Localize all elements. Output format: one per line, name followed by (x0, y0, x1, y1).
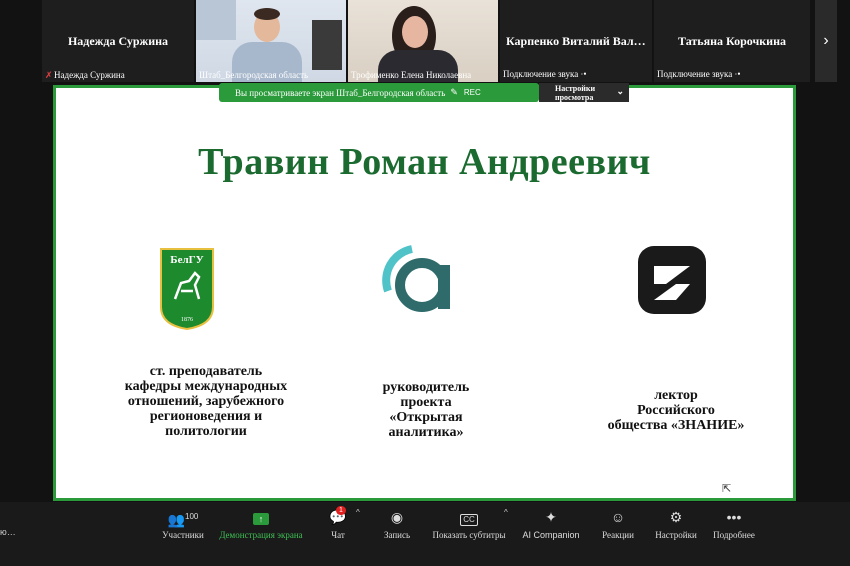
participants-button[interactable]: 👥100 Участники (160, 508, 206, 540)
belgu-logo-icon: БелГУ 1876 (160, 248, 214, 331)
participant-strip: Надежда Суржина ✗Надежда Суржина ЖК Штаб… (0, 0, 850, 84)
speaker-lecturer-text: лектор Российского общества «ЗНАНИЕ» (607, 388, 745, 433)
chat-button[interactable]: 💬 1 Чат (326, 506, 350, 540)
rec-indicator: REC (463, 88, 481, 97)
record-icon: ◉ (390, 509, 404, 525)
reactions-button[interactable]: ☺ Реакции (600, 508, 636, 540)
chat-options-caret-icon[interactable]: ^ (356, 508, 360, 517)
screen-share-banner: Вы просматриваете экран Штаб_Белгородска… (219, 83, 539, 102)
cc-icon: CC (460, 514, 478, 526)
participant-tile[interactable]: Надежда Суржина ✗Надежда Суржина (42, 0, 194, 82)
belgu-logo-year: 1876 (181, 317, 193, 323)
participant-label: Штаб_Белгородская область (199, 70, 309, 80)
participant-name: Надежда Суржина (67, 34, 169, 48)
view-options-button[interactable]: Настройки просмотра ⌄ (539, 83, 629, 102)
next-page-button[interactable]: › (815, 0, 837, 82)
participant-tile[interactable]: Карпенко Виталий Вале… Подключение звука… (500, 0, 652, 82)
participant-name: Карпенко Виталий Вале… (506, 34, 651, 48)
participant-label: ✗Надежда Суржина (45, 70, 125, 80)
participant-tile[interactable]: Трофименко Елена Николаевна (348, 0, 498, 82)
chat-badge: 1 (336, 506, 346, 515)
meeting-toolbar: ю… 👥100 Участники ↑ Демонстрация экрана … (0, 502, 850, 566)
share-screen-button[interactable]: ↑ Демонстрация экрана (218, 508, 304, 540)
share-screen-icon: ↑ (253, 513, 269, 525)
pen-icon: ✎ (450, 87, 458, 97)
chevron-down-icon: ⌄ (616, 86, 624, 96)
reaction-emoji-icon: ☺ (610, 509, 626, 525)
sparkle-icon: ✦ (545, 509, 557, 525)
participant-label: Трофименко Елена Николаевна (351, 70, 472, 80)
participants-icon: 👥100 (167, 511, 199, 528)
mic-muted-icon: ✗ (45, 70, 53, 80)
gear-icon: ⚙ (669, 509, 683, 525)
participant-label: Подключение звука ⋅• (657, 69, 741, 79)
participant-tile[interactable]: Татьяна Корочкина Подключение звука ⋅• (654, 0, 810, 82)
record-button[interactable]: ◉ Запись (380, 508, 414, 540)
chevron-right-icon: › (823, 32, 829, 49)
shared-screen-slide: Травин Роман Андреевич БелГУ 1876 ст. пр… (53, 85, 796, 501)
belgu-logo-name: БелГУ (170, 254, 203, 266)
speaker-position-text: ст. преподаватель кафедры международных … (124, 364, 288, 439)
more-button[interactable]: ••• Подробнее (712, 508, 756, 540)
share-banner-text: Вы просматриваете экран Штаб_Белгородска… (235, 87, 446, 98)
more-dots-icon: ••• (726, 509, 742, 525)
open-analytics-logo-icon (382, 245, 450, 312)
settings-button[interactable]: ⚙ Настройки (654, 508, 698, 540)
participant-tile[interactable]: ЖК Штаб_Белгородская область (196, 0, 346, 82)
chat-icon: 💬 1 (329, 506, 347, 525)
mouse-cursor-icon: ⇱ (722, 483, 732, 495)
subtitles-options-caret-icon[interactable]: ^ (504, 508, 508, 517)
participant-label: Подключение звука ⋅• (503, 69, 587, 79)
znanie-logo-icon (638, 246, 706, 314)
participant-name: Татьяна Корочкина (677, 34, 787, 48)
ai-companion-button[interactable]: ✦ AI Companion (520, 508, 582, 540)
speaker-project-text: руководитель проекта «Открытая аналитика… (382, 380, 470, 440)
slide-title: Травин Роман Андреевич (198, 141, 651, 183)
show-subtitles-button[interactable]: CC Показать субтитры (430, 508, 508, 540)
toolbar-left-cut-label: ю… (0, 527, 16, 537)
